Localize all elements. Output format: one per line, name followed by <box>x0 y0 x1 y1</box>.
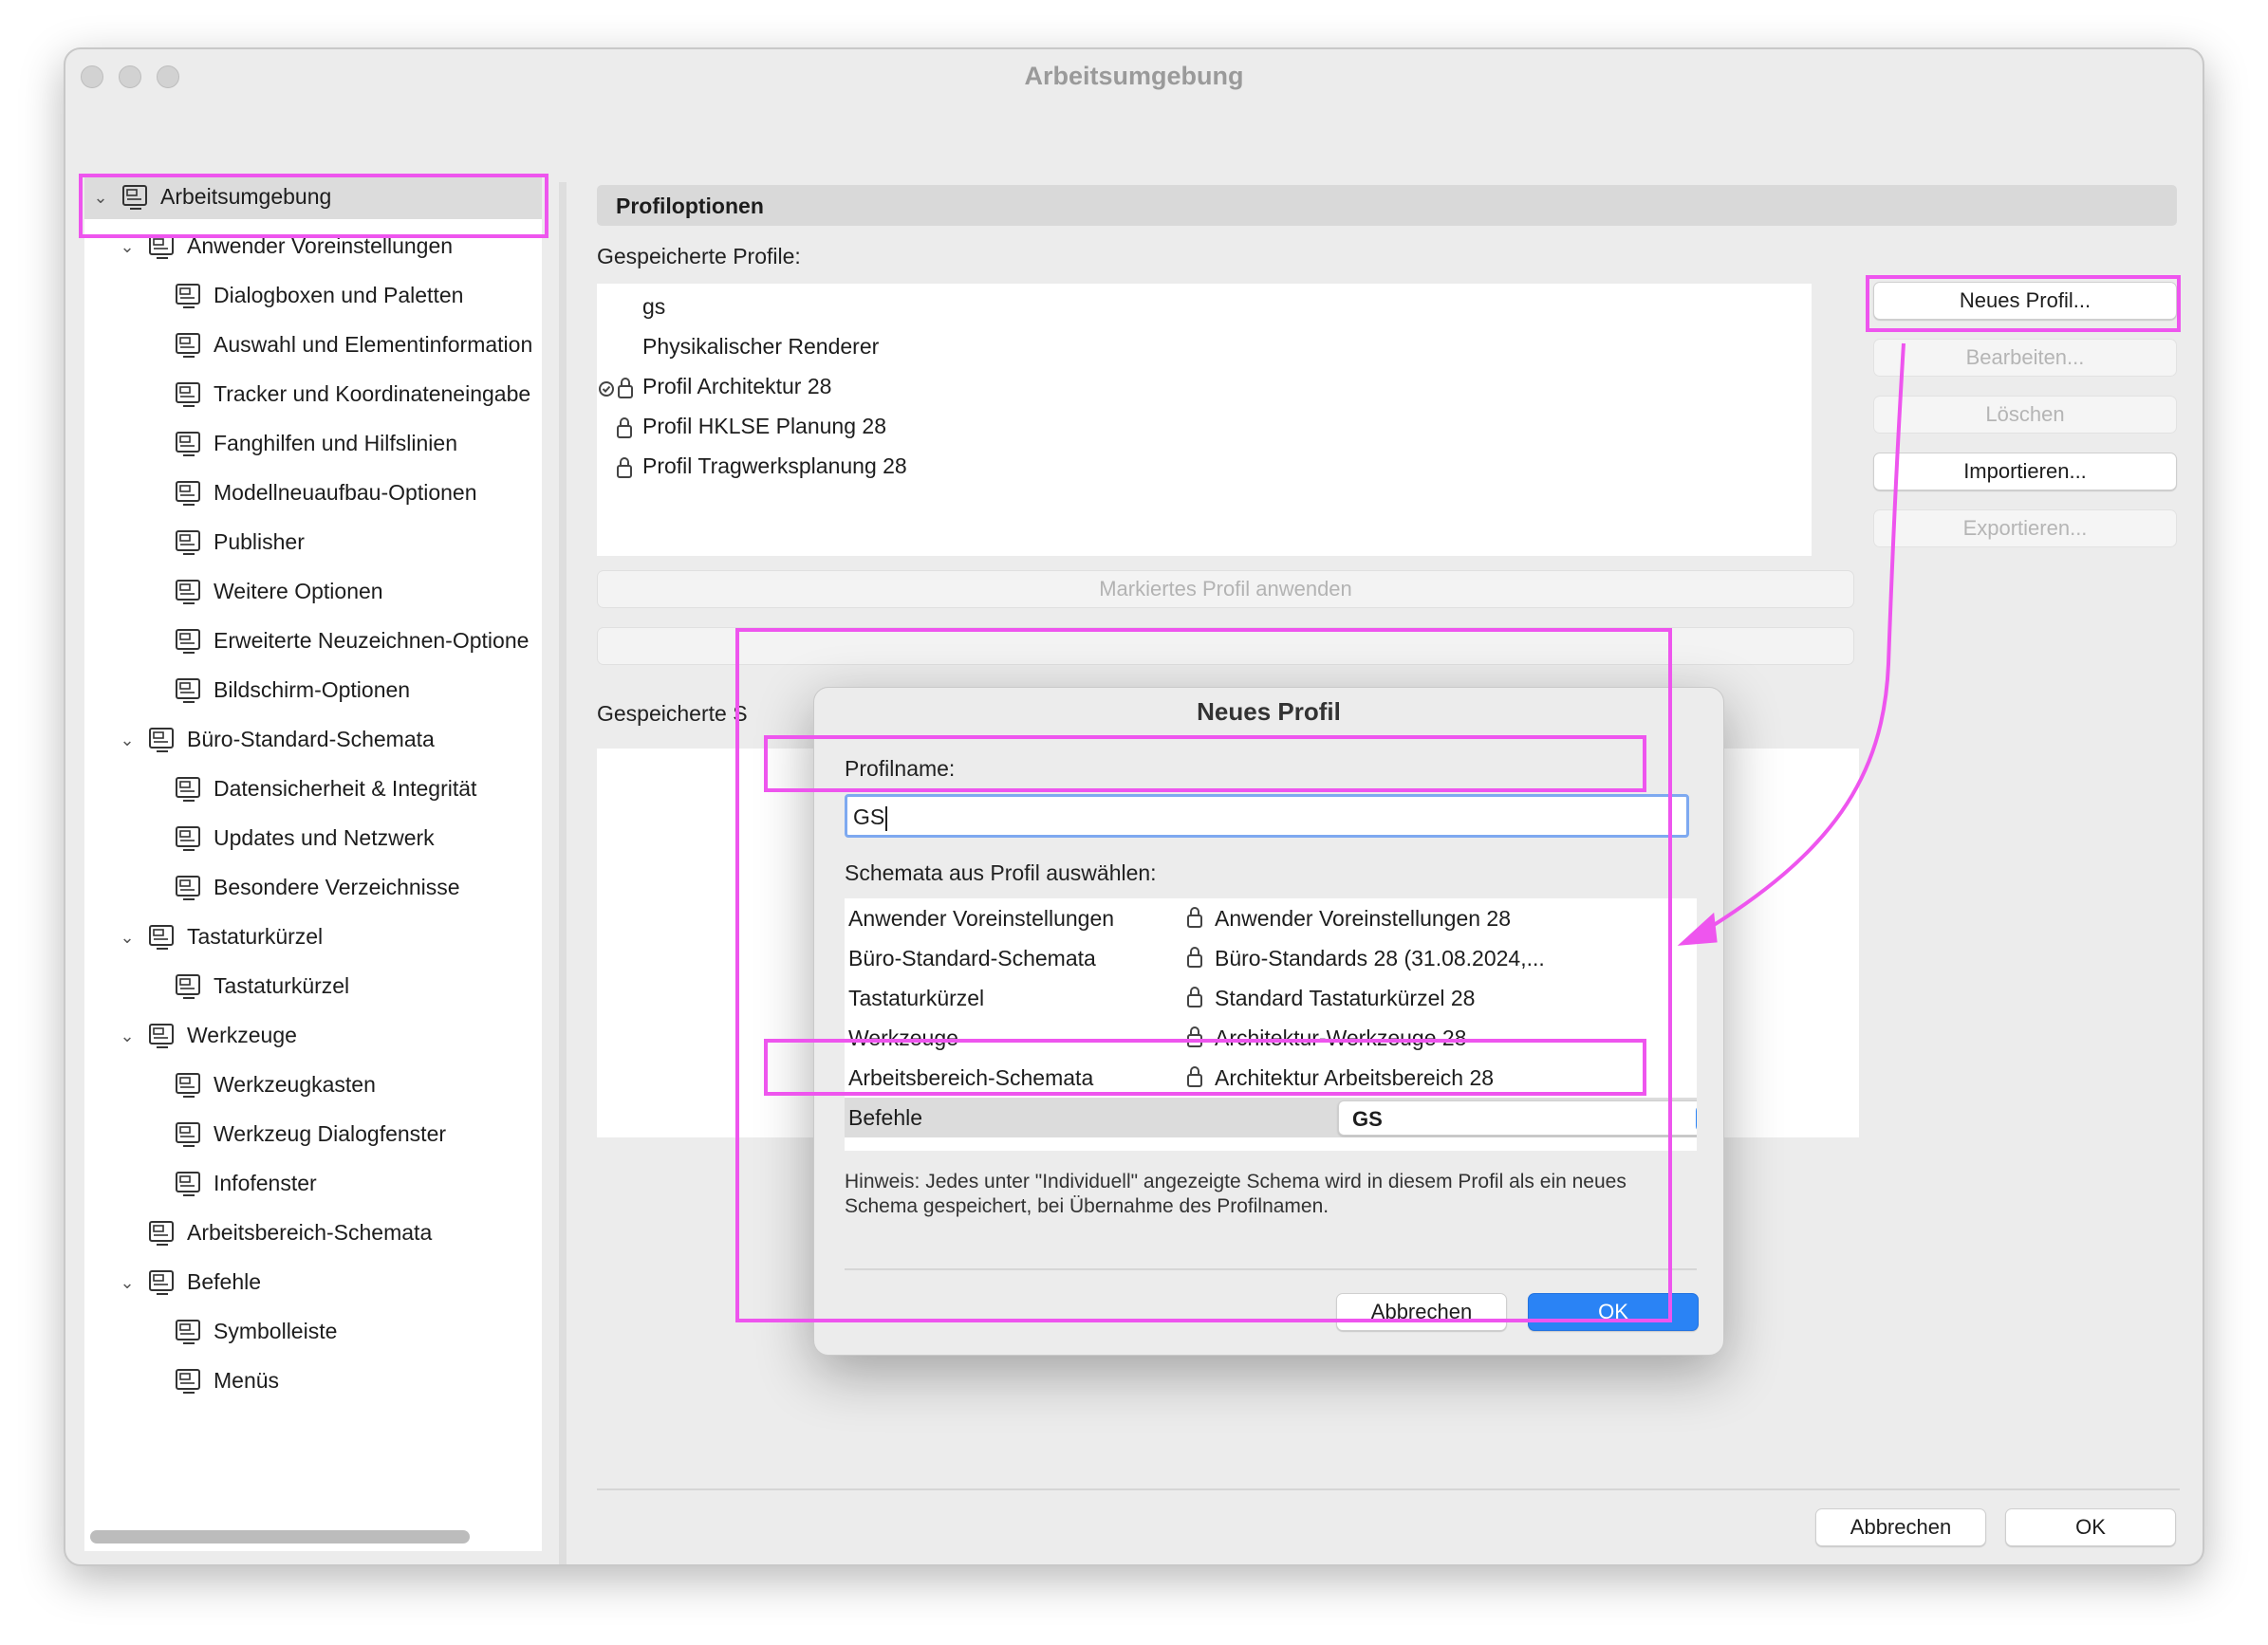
annotation-arrow <box>1677 342 1905 946</box>
